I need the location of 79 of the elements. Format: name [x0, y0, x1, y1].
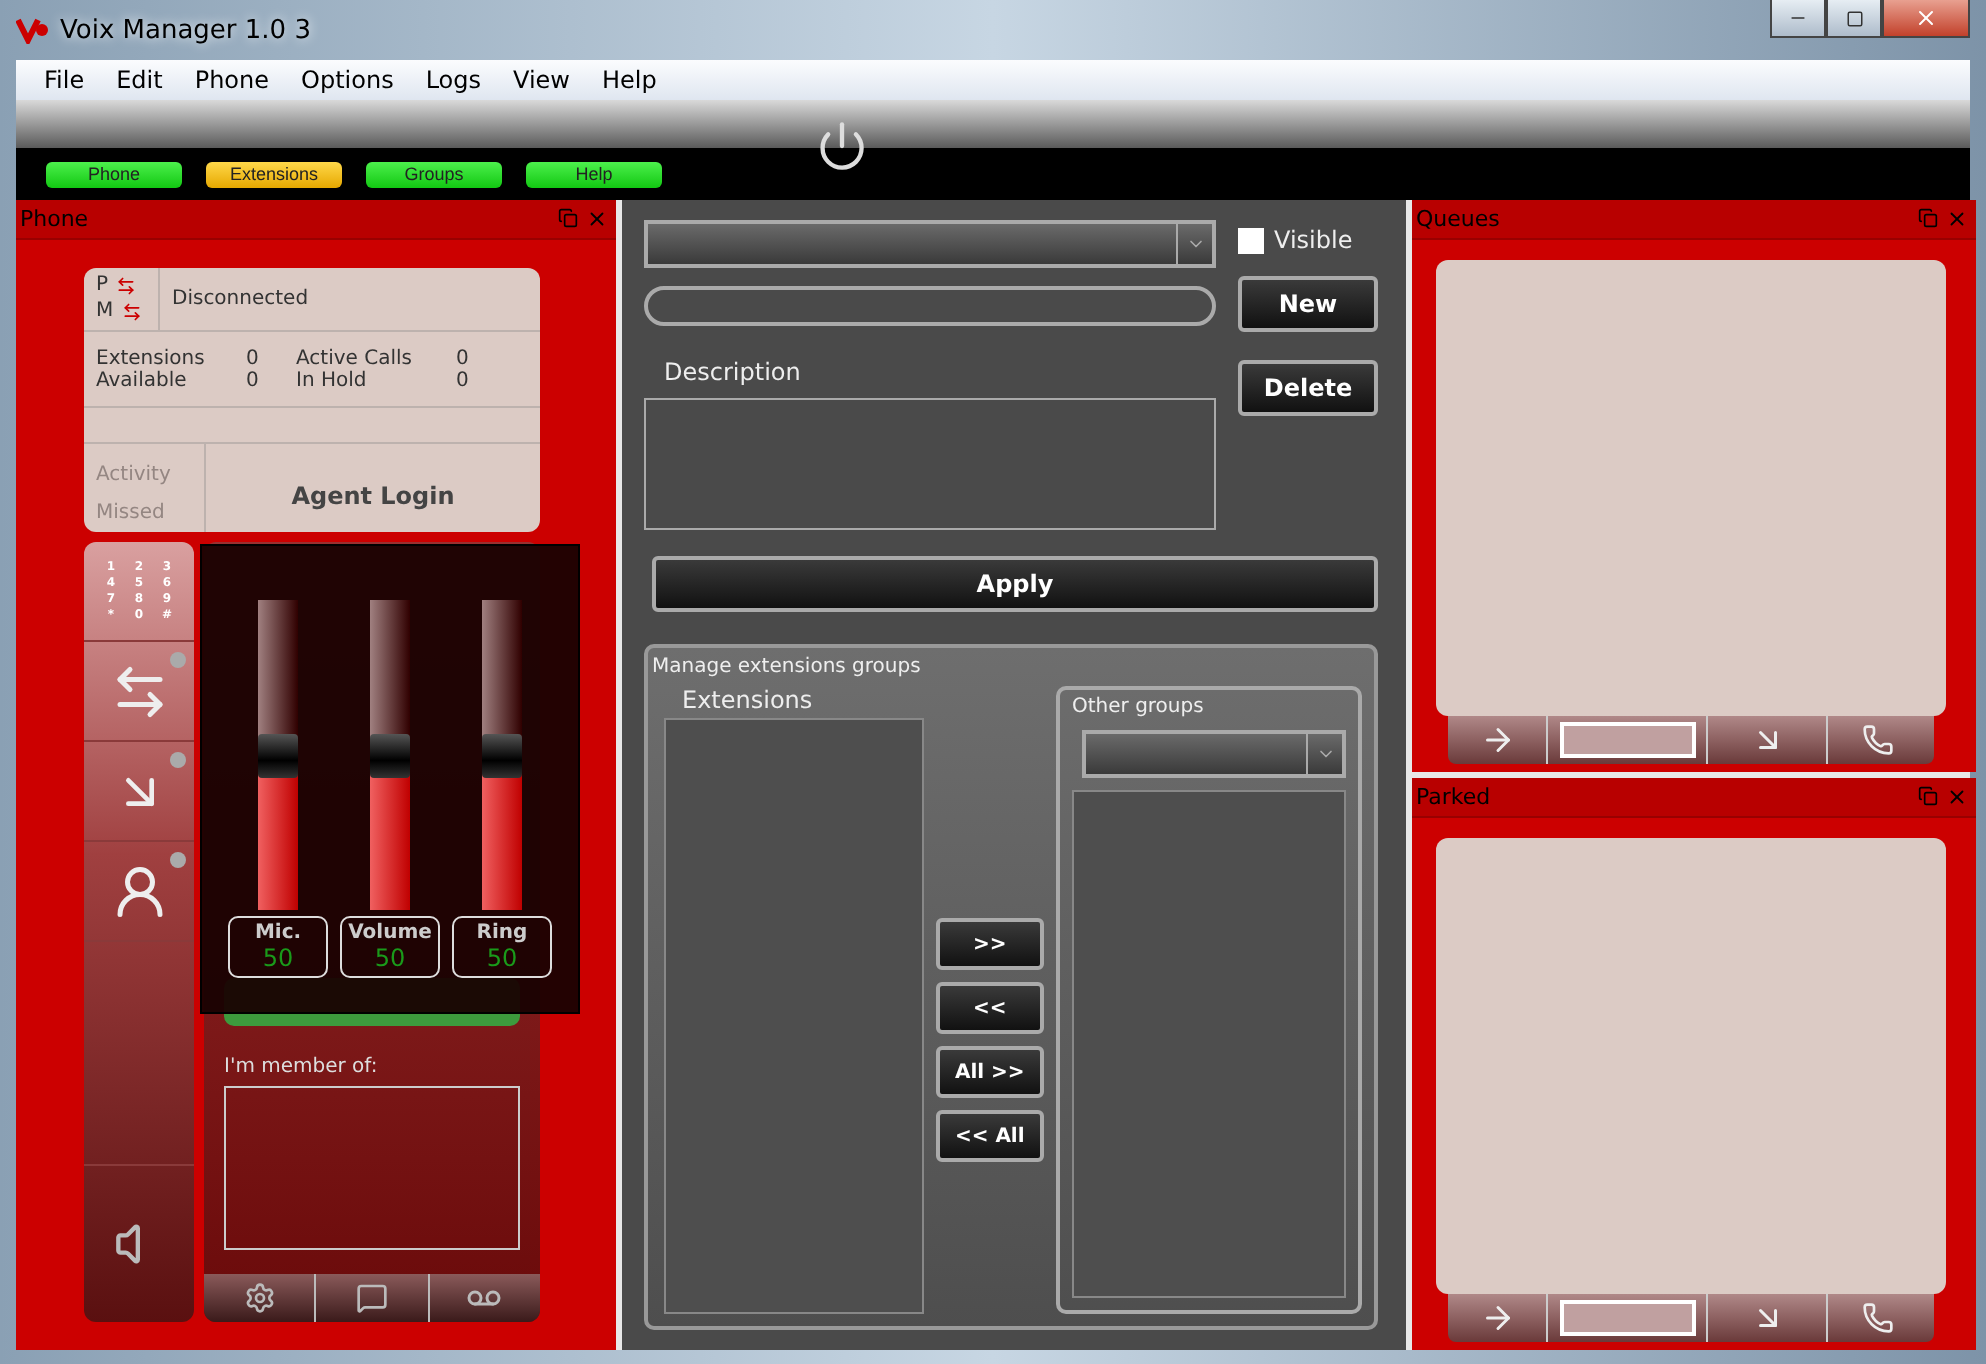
menu-item[interactable]: Logs: [409, 66, 498, 94]
visible-checkbox[interactable]: Visible: [1238, 220, 1378, 260]
apply-button[interactable]: Apply: [652, 556, 1378, 612]
maximize-icon: [1845, 9, 1863, 27]
activity-label: Activity Missed: [96, 464, 171, 524]
slider-thumb[interactable]: [482, 733, 522, 777]
stat-label: Available: [96, 369, 189, 392]
slider-thumb[interactable]: [258, 733, 298, 777]
nav-tab[interactable]: Help: [526, 161, 662, 187]
list-label: Extensions: [680, 686, 815, 718]
menu-item[interactable]: Edit: [100, 66, 179, 94]
panel-title: Parked: [1416, 784, 1491, 810]
stat-label: Active Calls: [296, 347, 414, 370]
restore-icon[interactable]: [1918, 208, 1938, 228]
menu-item[interactable]: Options: [285, 66, 410, 94]
indicator-light: [170, 652, 186, 668]
indicator-light: [170, 752, 186, 768]
slider-value: 50: [374, 946, 406, 970]
stat-label: Extensions: [96, 347, 207, 370]
slider-label: Mic.: [254, 922, 302, 946]
description-label: Description: [664, 358, 801, 386]
maximize-button[interactable]: [1826, 0, 1882, 38]
stat-value: 0: [456, 347, 471, 370]
menu-item[interactable]: File: [28, 66, 101, 94]
member-label: I'm member of:: [224, 1056, 378, 1078]
restore-icon[interactable]: [1918, 786, 1938, 806]
slider-thumb[interactable]: [370, 733, 410, 777]
minimize-button[interactable]: [1770, 0, 1826, 38]
nav-tab[interactable]: Phone: [46, 161, 182, 187]
agent-login-button[interactable]: Agent Login: [291, 482, 455, 510]
volume-slider[interactable]: [370, 600, 410, 910]
new-button[interactable]: New: [1238, 276, 1378, 332]
close-icon[interactable]: [1946, 786, 1968, 808]
settings-icon[interactable]: [243, 1282, 276, 1314]
stat-value: 0: [246, 347, 261, 370]
phone-icon[interactable]: [1862, 724, 1894, 756]
close-button[interactable]: [1882, 0, 1970, 38]
group-title: Manage extensions groups: [652, 656, 923, 678]
panel-title: Phone: [20, 206, 89, 232]
menu-item[interactable]: Help: [586, 66, 673, 94]
stat-label: In Hold: [296, 369, 369, 392]
move-button[interactable]: << All: [935, 1110, 1044, 1162]
line-label: M: [96, 300, 114, 322]
nav-tab[interactable]: Extensions: [206, 161, 342, 187]
phone-icon[interactable]: [1862, 1302, 1894, 1334]
input-field[interactable]: [1559, 722, 1695, 758]
panel-title: Queues: [1416, 206, 1500, 232]
menu-item[interactable]: View: [497, 66, 586, 94]
slider-value: 50: [486, 946, 518, 970]
close-icon: [1914, 6, 1938, 30]
move-button[interactable]: <<: [935, 982, 1044, 1034]
group-dropdown[interactable]: [1082, 730, 1346, 778]
description-field[interactable]: [644, 398, 1216, 530]
restore-icon[interactable]: [558, 208, 578, 228]
line-label: P: [96, 274, 109, 296]
move-button[interactable]: >>: [935, 918, 1044, 970]
window-title: Voix Manager 1.0 3: [60, 15, 311, 45]
slider-value: 50: [262, 946, 294, 970]
stat-value: 0: [456, 369, 471, 392]
extension-dropdown[interactable]: [644, 220, 1216, 268]
volume-slider[interactable]: [482, 600, 522, 910]
name-field[interactable]: [644, 286, 1216, 326]
indicator-light: [170, 852, 186, 868]
volume-slider[interactable]: [258, 600, 298, 910]
close-icon[interactable]: [1946, 208, 1968, 230]
stat-value: 0: [246, 369, 261, 392]
slider-label: Volume: [348, 922, 432, 946]
close-icon[interactable]: [586, 208, 608, 230]
power-icon[interactable]: [816, 120, 868, 172]
app-logo-icon: [16, 16, 48, 44]
slider-label: Ring: [476, 922, 528, 946]
move-button[interactable]: All >>: [935, 1046, 1044, 1098]
status-text: Disconnected: [172, 288, 309, 310]
list-label: Other groups: [1072, 696, 1206, 718]
input-field[interactable]: [1559, 1300, 1695, 1336]
menu-item[interactable]: Phone: [178, 66, 286, 94]
chat-icon[interactable]: [355, 1282, 388, 1314]
delete-button[interactable]: Delete: [1238, 360, 1378, 416]
nav-tab[interactable]: Groups: [366, 161, 502, 187]
